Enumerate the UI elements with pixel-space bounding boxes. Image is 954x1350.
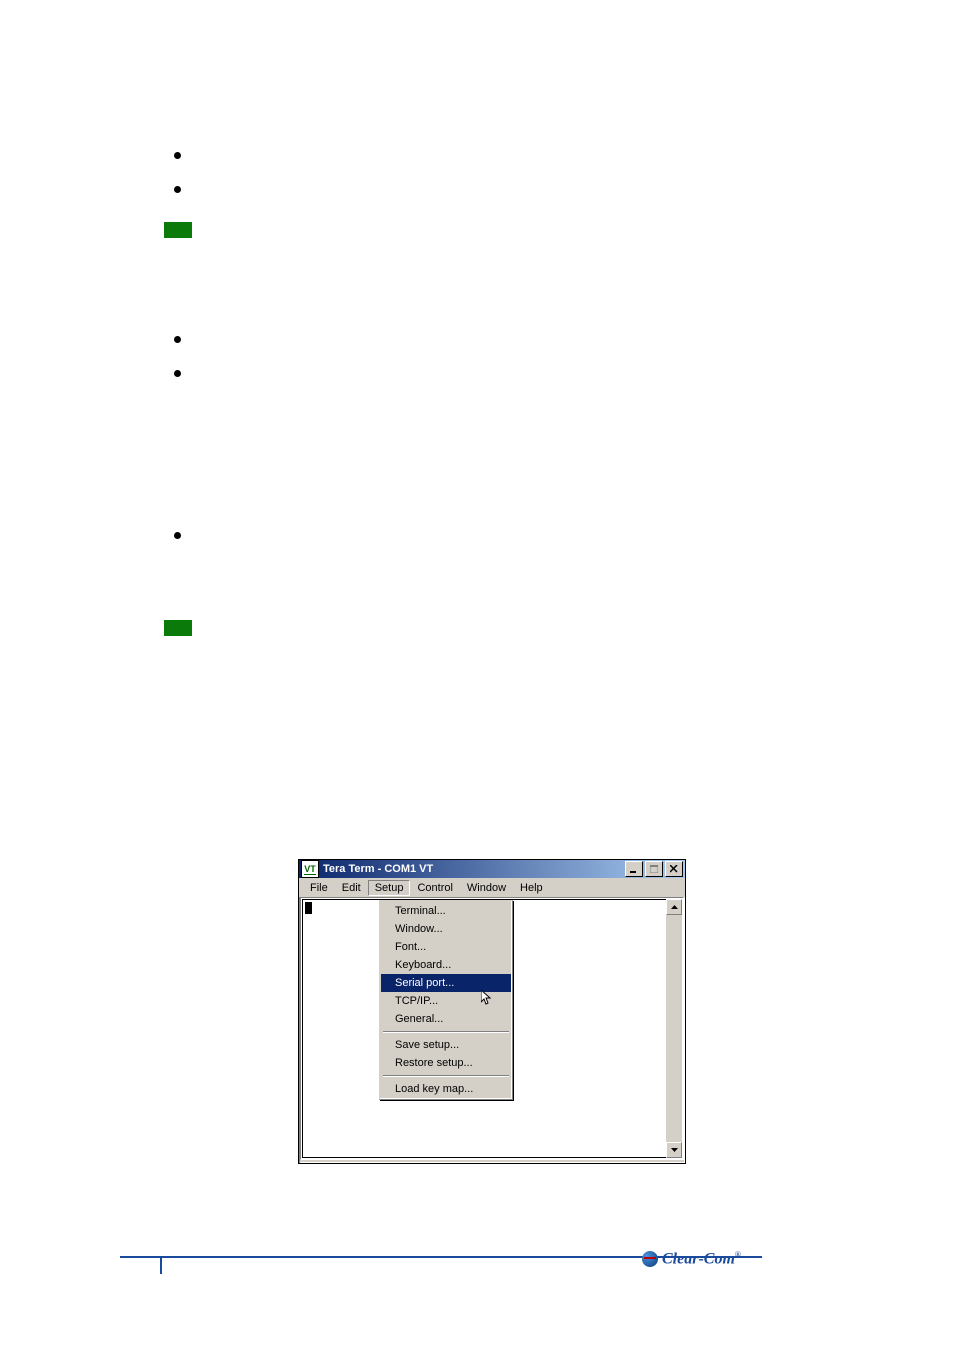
menu-item-keyboard[interactable]: Keyboard...: [381, 956, 511, 974]
bullet: [174, 336, 181, 343]
bullet: [174, 186, 181, 193]
menu-item-font[interactable]: Font...: [381, 938, 511, 956]
footer-logo: Clear-Com®: [642, 1250, 741, 1268]
menu-separator: [383, 1031, 509, 1033]
menu-separator: [383, 1075, 509, 1077]
menu-item-load-key-map[interactable]: Load key map...: [381, 1080, 511, 1098]
bullet: [174, 152, 181, 159]
menu-item-terminal[interactable]: Terminal...: [381, 902, 511, 920]
menubar: File Edit Setup Control Window Help: [299, 878, 685, 897]
menu-help[interactable]: Help: [513, 880, 550, 896]
menu-item-general[interactable]: General...: [381, 1010, 511, 1028]
menu-file[interactable]: File: [303, 880, 335, 896]
menu-item-serial-port[interactable]: Serial port...: [381, 974, 511, 992]
terminal-area: Terminal... Window... Font... Keyboard..…: [300, 897, 684, 1160]
setup-dropdown-menu: Terminal... Window... Font... Keyboard..…: [379, 900, 513, 1100]
menu-item-window[interactable]: Window...: [381, 920, 511, 938]
minimize-button[interactable]: [625, 861, 643, 877]
menu-edit[interactable]: Edit: [335, 880, 368, 896]
menu-item-tcp-ip[interactable]: TCP/IP...: [381, 992, 511, 1010]
note-marker: [164, 222, 192, 238]
menu-window[interactable]: Window: [460, 880, 513, 896]
menu-setup[interactable]: Setup: [368, 880, 411, 896]
text-cursor: [305, 902, 312, 914]
scroll-down-button[interactable]: [666, 1142, 682, 1158]
titlebar[interactable]: VT Tera Term - COM1 VT: [299, 860, 685, 878]
brand-text: Clear-Com®: [662, 1250, 741, 1268]
menu-item-save-setup[interactable]: Save setup...: [381, 1036, 511, 1054]
bullet: [174, 532, 181, 539]
app-icon: VT: [301, 860, 319, 878]
vertical-scrollbar[interactable]: [666, 899, 682, 1158]
window-title: Tera Term - COM1 VT: [323, 863, 433, 875]
footer-tick: [160, 1256, 162, 1274]
scroll-up-button[interactable]: [666, 899, 682, 915]
terminal-content[interactable]: Terminal... Window... Font... Keyboard..…: [302, 899, 666, 1158]
note-marker: [164, 620, 192, 636]
tera-term-window: VT Tera Term - COM1 VT File Edit Setup C…: [298, 859, 686, 1164]
maximize-button[interactable]: [645, 861, 663, 877]
globe-icon: [642, 1251, 658, 1267]
bullet: [174, 370, 181, 377]
close-button[interactable]: [665, 861, 683, 877]
menu-control[interactable]: Control: [410, 880, 459, 896]
menu-item-restore-setup[interactable]: Restore setup...: [381, 1054, 511, 1072]
